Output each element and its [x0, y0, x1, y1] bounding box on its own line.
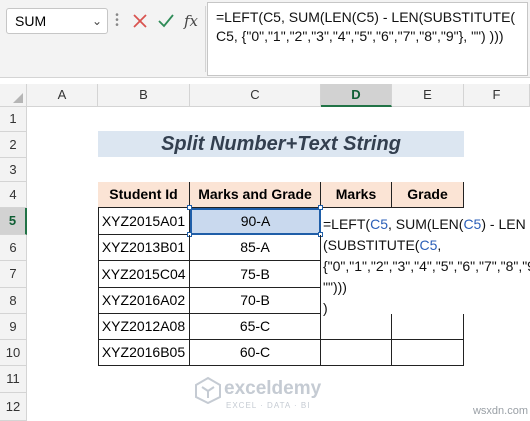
row-header-6[interactable]: 6 — [0, 235, 27, 261]
header-student-id[interactable]: Student Id — [98, 182, 190, 208]
cancel-icon[interactable] — [130, 9, 150, 33]
formula-ref-c5: C5 — [419, 237, 438, 253]
column-header-b[interactable]: B — [98, 84, 190, 107]
cell-marks-and-grade[interactable]: 85-A — [190, 235, 321, 261]
cell-grade[interactable] — [392, 340, 464, 366]
selection-handle[interactable] — [187, 205, 192, 210]
formula-text: =LEFT( — [323, 216, 371, 232]
watermark-name: exceldemy — [224, 378, 322, 399]
row-header-3[interactable]: 3 — [0, 158, 27, 182]
formula-ref-c5: C5 — [370, 216, 388, 232]
column-header-d[interactable]: D — [321, 84, 392, 107]
cell-student-id[interactable]: XYZ2012A08 — [98, 314, 190, 340]
cell-marks-and-grade[interactable]: 75-B — [190, 261, 321, 288]
cell-marks-and-grade[interactable]: 70-B — [190, 288, 321, 314]
header-grade[interactable]: Grade — [392, 182, 464, 208]
row-header-1[interactable]: 1 — [0, 107, 27, 132]
cell-marks[interactable] — [321, 314, 392, 340]
cell-marks-and-grade[interactable]: 90-A — [190, 208, 321, 235]
row-header-8[interactable]: 8 — [0, 288, 27, 314]
source-brand: wsxdn.com — [472, 405, 528, 417]
cell-marks-and-grade[interactable]: 65-C — [190, 314, 321, 340]
cell-student-id[interactable]: XYZ2015C04 — [98, 261, 190, 288]
cell-student-id[interactable]: XYZ2016A02 — [98, 288, 190, 314]
header-marks[interactable]: Marks — [321, 182, 392, 208]
cell-grade[interactable] — [392, 314, 464, 340]
column-header-c[interactable]: C — [190, 84, 321, 107]
sheet-title[interactable]: Split Number+Text String — [98, 131, 464, 157]
header-marks-and-grade[interactable]: Marks and Grade — [190, 182, 321, 208]
row-header-5[interactable]: 5 — [0, 208, 27, 235]
chevron-down-icon[interactable]: ⌄ — [90, 8, 104, 34]
row-header-2[interactable]: 2 — [0, 132, 27, 158]
cell-formula-editor[interactable]: =LEFT(C5, SUM(LEN(C5) - LEN(SUBSTITUTE(C… — [321, 209, 530, 316]
formula-ref-c5: C5 — [463, 216, 482, 232]
column-header-a[interactable]: A — [27, 84, 98, 107]
cell-student-id[interactable]: XYZ2013B01 — [98, 235, 190, 261]
formula-text: , SUM(LEN( — [387, 216, 464, 232]
row-header-11[interactable]: 11 — [0, 366, 27, 393]
row-header-10[interactable]: 10 — [0, 340, 27, 366]
row-header-9[interactable]: 9 — [0, 314, 27, 340]
column-header-f[interactable]: F — [464, 84, 530, 107]
insert-function-icon[interactable]: fx — [180, 9, 202, 33]
formula-bar-divider — [205, 6, 206, 72]
column-header-e[interactable]: E — [392, 84, 464, 107]
exceldemy-logo-icon — [195, 376, 221, 404]
cell-student-id[interactable]: XYZ2016B05 — [98, 340, 190, 366]
row-header-12[interactable]: 12 — [0, 393, 27, 421]
cell-marks-and-grade[interactable]: 60-C — [190, 340, 321, 366]
formula-input[interactable]: =LEFT(C5, SUM(LEN(C5) - LEN(SUBSTITUTE( … — [207, 2, 528, 76]
row-header-7[interactable]: 7 — [0, 261, 27, 288]
enter-check-icon[interactable] — [156, 9, 176, 33]
select-all-triangle-icon — [13, 93, 23, 103]
row-header-4[interactable]: 4 — [0, 182, 27, 208]
watermark-tagline: EXCEL · DATA · BI — [226, 401, 311, 410]
cell-marks[interactable] — [321, 340, 392, 366]
cell-student-id[interactable]: XYZ2015A01 — [98, 208, 190, 235]
more-options-icon[interactable]: • • • — [114, 11, 120, 31]
